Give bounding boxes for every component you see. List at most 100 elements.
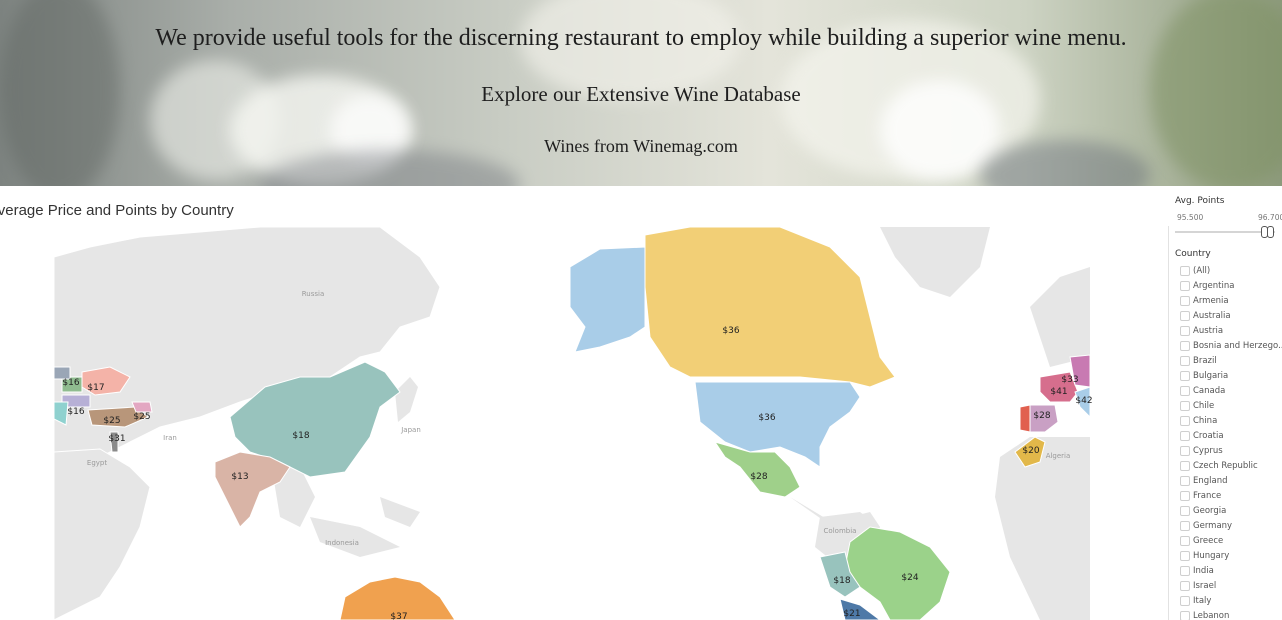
country-filter-item[interactable]: (All) <box>1180 263 1282 278</box>
country-filter-label: Bulgaria <box>1193 370 1229 381</box>
price-label-france: $41 <box>1050 387 1067 397</box>
checkbox[interactable] <box>1180 580 1190 591</box>
checkbox[interactable] <box>1180 310 1190 321</box>
checkbox[interactable] <box>1180 265 1190 276</box>
price-label-india: $13 <box>231 472 248 482</box>
checkbox[interactable] <box>1180 370 1190 381</box>
price-label-chile: $21 <box>843 609 860 619</box>
country-filter-item[interactable]: Georgia <box>1180 503 1282 518</box>
avg-points-max-value: 96.700 <box>1258 213 1282 222</box>
country-filter-item[interactable]: Armenia <box>1180 293 1282 308</box>
country-filter-label: Australia <box>1193 310 1231 321</box>
checkbox[interactable] <box>1180 400 1190 411</box>
country-filter-item[interactable]: France <box>1180 488 1282 503</box>
price-label-portugal: $28 <box>1033 411 1050 421</box>
country-filter-item[interactable]: Germany <box>1180 518 1282 533</box>
country-filter-item[interactable]: Bosnia and Herzego... <box>1180 338 1282 353</box>
map-visualization: Average Price and Points by Country Russ… <box>0 186 1168 620</box>
map-label-colombia: Colombia <box>824 527 857 535</box>
checkbox[interactable] <box>1180 520 1190 531</box>
price-label-china: $18 <box>292 431 309 441</box>
checkbox[interactable] <box>1180 295 1190 306</box>
checkbox[interactable] <box>1180 475 1190 486</box>
price-label-turkey: $25 <box>103 416 120 426</box>
avg-points-slider-track[interactable] <box>1175 231 1275 233</box>
checkbox[interactable] <box>1180 280 1190 291</box>
country-filter-label: Hungary <box>1193 550 1230 561</box>
map-svg[interactable]: Russia Iran Egypt Japan Indonesia Colomb… <box>0 227 1168 620</box>
checkbox[interactable] <box>1180 490 1190 501</box>
map-label-egypt: Egypt <box>87 459 107 467</box>
country-filter-label: (All) <box>1193 265 1211 276</box>
country-filter-list: (All) Argentina Armenia Australia Austria Bos… <box>1180 263 1282 620</box>
country-filter-item[interactable]: Austria <box>1180 323 1282 338</box>
country-filter-label: Bosnia and Herzego... <box>1193 340 1282 351</box>
price-label-mexico: $28 <box>750 472 767 482</box>
checkbox[interactable] <box>1180 430 1190 441</box>
country-filter-label: Georgia <box>1193 505 1227 516</box>
world-map[interactable]: Russia Iran Egypt Japan Indonesia Colomb… <box>0 227 1168 620</box>
price-label-peru: $18 <box>833 576 850 586</box>
checkbox[interactable] <box>1180 505 1190 516</box>
country-filter-label: Czech Republic <box>1193 460 1258 471</box>
checkbox[interactable] <box>1180 595 1190 606</box>
country-georgia[interactable] <box>131 401 153 413</box>
country-filter-item[interactable]: Chile <box>1180 398 1282 413</box>
price-label-israel: $31 <box>108 434 125 444</box>
price-label-ukraine: $17 <box>87 383 104 393</box>
country-filter-label: Argentina <box>1193 280 1235 291</box>
country-filter-item[interactable]: Australia <box>1180 308 1282 323</box>
country-filter-item[interactable]: Argentina <box>1180 278 1282 293</box>
checkbox[interactable] <box>1180 355 1190 366</box>
price-label-romania: $16 <box>62 378 79 388</box>
hero-source-link[interactable]: Wines from Winemag.com <box>0 136 1282 157</box>
country-filter-item[interactable]: England <box>1180 473 1282 488</box>
price-label-bulgaria: $16 <box>67 407 84 417</box>
checkbox[interactable] <box>1180 445 1190 456</box>
country-filter-item[interactable]: Canada <box>1180 383 1282 398</box>
country-filter-label: Italy <box>1193 595 1212 606</box>
avg-points-slider-max-handle[interactable] <box>1267 226 1274 238</box>
country-filter-label: Cyprus <box>1193 445 1223 456</box>
country-filter-label: England <box>1193 475 1228 486</box>
country-filter-item[interactable]: Lebanon <box>1180 608 1282 620</box>
country-filter-label: India <box>1193 565 1214 576</box>
checkbox[interactable] <box>1180 415 1190 426</box>
country-filter-label: Croatia <box>1193 430 1224 441</box>
country-filter-label: Armenia <box>1193 295 1229 306</box>
country-filter-label: Brazil <box>1193 355 1217 366</box>
price-label-germany: $33 <box>1061 375 1078 385</box>
country-filter-item[interactable]: Greece <box>1180 533 1282 548</box>
country-filter-item[interactable]: Bulgaria <box>1180 368 1282 383</box>
country-filter-item[interactable]: Italy <box>1180 593 1282 608</box>
checkbox[interactable] <box>1180 340 1190 351</box>
checkbox[interactable] <box>1180 550 1190 561</box>
checkbox[interactable] <box>1180 535 1190 546</box>
country-filter-item[interactable]: Brazil <box>1180 353 1282 368</box>
avg-points-filter-title: Avg. Points <box>1175 196 1225 206</box>
country-filter-item[interactable]: Croatia <box>1180 428 1282 443</box>
country-portugal[interactable] <box>1019 404 1031 433</box>
map-label-algeria: Algeria <box>1046 452 1071 460</box>
checkbox[interactable] <box>1180 385 1190 396</box>
country-filter-label: Israel <box>1193 580 1217 591</box>
country-filter-label: Canada <box>1193 385 1226 396</box>
country-filter-item[interactable]: Hungary <box>1180 548 1282 563</box>
checkbox[interactable] <box>1180 325 1190 336</box>
country-filter-item[interactable]: Czech Republic <box>1180 458 1282 473</box>
checkbox[interactable] <box>1180 610 1190 620</box>
panel-divider <box>1168 226 1169 620</box>
viz-title: Average Price and Points by Country <box>0 202 234 219</box>
country-filter-label: Lebanon <box>1193 610 1230 620</box>
country-filter-item[interactable]: Israel <box>1180 578 1282 593</box>
checkbox[interactable] <box>1180 565 1190 576</box>
country-filter-item[interactable]: Cyprus <box>1180 443 1282 458</box>
country-filter-label: Chile <box>1193 400 1215 411</box>
country-filter-title: Country <box>1175 249 1211 259</box>
checkbox[interactable] <box>1180 460 1190 471</box>
price-label-morocco: $20 <box>1022 446 1039 456</box>
country-filter-item[interactable]: China <box>1180 413 1282 428</box>
map-label-japan: Japan <box>400 426 421 434</box>
country-filter-item[interactable]: India <box>1180 563 1282 578</box>
price-label-us: $36 <box>758 413 775 423</box>
